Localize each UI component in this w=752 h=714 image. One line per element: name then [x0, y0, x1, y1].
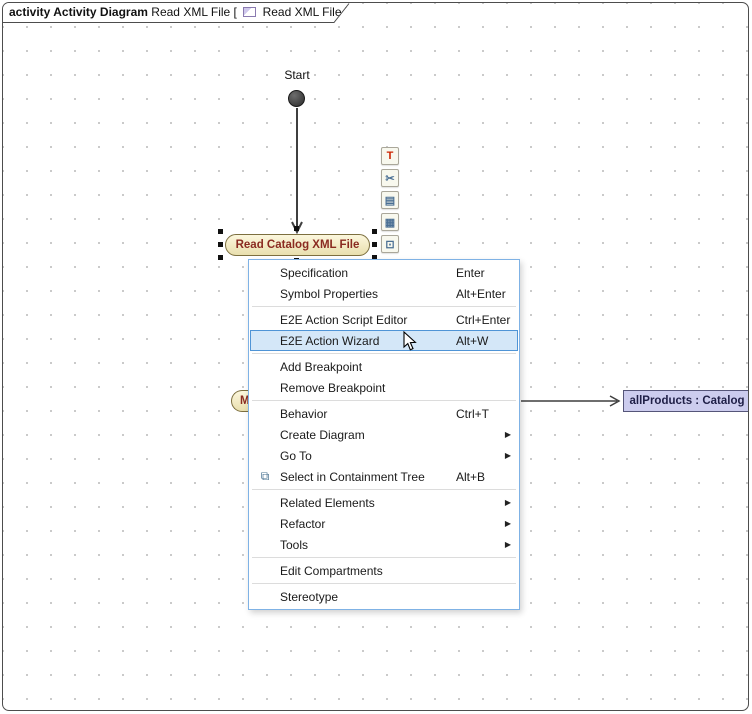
- menu-item-shortcut: Alt+W: [456, 334, 488, 348]
- menu-item-shortcut: Alt+Enter: [456, 287, 506, 301]
- submenu-arrow-icon: ▶: [505, 498, 511, 507]
- initial-node-label: Start: [269, 68, 325, 82]
- menu-item-label: Symbol Properties: [280, 287, 378, 301]
- action-label: Read Catalog XML File: [236, 239, 360, 251]
- menu-item-stereotype[interactable]: Stereotype: [250, 586, 518, 607]
- control-flow-edge-start-to-action[interactable]: [292, 108, 302, 232]
- menu-item-label: Tools: [280, 538, 308, 552]
- menu-item-e2e-action-script-editor[interactable]: E2E Action Script Editor Ctrl+Enter: [250, 309, 518, 330]
- manipulator-cut-icon[interactable]: ✂: [381, 169, 399, 187]
- menu-item-shortcut: Ctrl+T: [456, 407, 489, 421]
- menu-item-e2e-action-wizard[interactable]: E2E Action Wizard Alt+W: [250, 330, 518, 351]
- containment-tree-icon: ⧉: [250, 469, 280, 484]
- menu-item-related-elements[interactable]: Related Elements ▶: [250, 492, 518, 513]
- menu-item-label: Behavior: [280, 407, 327, 421]
- submenu-arrow-icon: ▶: [505, 540, 511, 549]
- object-flow-edge-to-allproducts[interactable]: [521, 396, 619, 406]
- selection-handle[interactable]: [372, 242, 377, 247]
- menu-item-label: E2E Action Script Editor: [280, 313, 407, 327]
- menu-item-label: Select in Containment Tree: [280, 470, 425, 484]
- submenu-arrow-icon: ▶: [505, 451, 511, 460]
- menu-item-symbol-properties[interactable]: Symbol Properties Alt+Enter: [250, 283, 518, 304]
- menu-item-label: Related Elements: [280, 496, 375, 510]
- smart-manipulator-toolbar: T ✂ ▤ ▦ ⊡: [381, 147, 399, 257]
- menu-item-label: Specification: [280, 266, 348, 280]
- action-read-catalog-xml-file[interactable]: Read Catalog XML File: [225, 234, 370, 256]
- context-menu: Specification Enter Symbol Properties Alt+E…: [248, 259, 520, 610]
- manipulator-box-icon[interactable]: ⊡: [381, 235, 399, 253]
- menu-item-shortcut: Alt+B: [456, 470, 485, 484]
- menu-item-add-breakpoint[interactable]: Add Breakpoint: [250, 356, 518, 377]
- submenu-arrow-icon: ▶: [505, 519, 511, 528]
- activity-diagram-icon: [243, 7, 256, 17]
- edit-text-icon[interactable]: T: [381, 147, 399, 165]
- menu-item-tools[interactable]: Tools ▶: [250, 534, 518, 555]
- initial-node[interactable]: [288, 90, 305, 107]
- submenu-arrow-icon: ▶: [505, 430, 511, 439]
- menu-item-label: Remove Breakpoint: [280, 381, 385, 395]
- selection-handle[interactable]: [218, 229, 223, 234]
- diagram-name-label: Read XML File [: [151, 5, 237, 19]
- diagram-kind-label: activity Activity Diagram: [9, 5, 148, 19]
- object-node-allproducts-catalog[interactable]: allProducts : Catalog: [623, 390, 749, 412]
- manipulator-list-icon[interactable]: ▤: [381, 191, 399, 209]
- menu-item-label: Add Breakpoint: [280, 360, 362, 374]
- menu-item-specification[interactable]: Specification Enter: [250, 262, 518, 283]
- menu-item-label: Create Diagram: [280, 428, 365, 442]
- diagram-bracket-close: ]: [345, 5, 348, 19]
- diagram-frame-header: activity Activity Diagram Read XML File …: [3, 3, 350, 22]
- menu-item-label: E2E Action Wizard: [280, 334, 379, 348]
- selection-handle[interactable]: [294, 226, 299, 231]
- selection-handle[interactable]: [218, 242, 223, 247]
- selection-handle[interactable]: [372, 229, 377, 234]
- manipulator-grid-icon[interactable]: ▦: [381, 213, 399, 231]
- menu-item-label: Refactor: [280, 517, 325, 531]
- menu-item-refactor[interactable]: Refactor ▶: [250, 513, 518, 534]
- menu-item-label: Edit Compartments: [280, 564, 383, 578]
- menu-item-create-diagram[interactable]: Create Diagram ▶: [250, 424, 518, 445]
- activity-diagram-frame[interactable]: activity Activity Diagram Read XML File …: [2, 2, 749, 711]
- menu-item-shortcut: Enter: [456, 266, 485, 280]
- menu-item-remove-breakpoint[interactable]: Remove Breakpoint: [250, 377, 518, 398]
- menu-item-edit-compartments[interactable]: Edit Compartments: [250, 560, 518, 581]
- object-node-label: allProducts : Catalog: [629, 395, 744, 407]
- menu-item-behavior[interactable]: Behavior Ctrl+T: [250, 403, 518, 424]
- diagram-bracket-name: Read XML File: [263, 5, 342, 19]
- menu-item-label: Stereotype: [280, 590, 338, 604]
- menu-item-go-to[interactable]: Go To ▶: [250, 445, 518, 466]
- menu-item-select-in-containment-tree[interactable]: ⧉Select in Containment Tree Alt+B: [250, 466, 518, 487]
- menu-item-label: Go To: [280, 449, 312, 463]
- selection-handle[interactable]: [218, 255, 223, 260]
- menu-item-shortcut: Ctrl+Enter: [456, 313, 510, 327]
